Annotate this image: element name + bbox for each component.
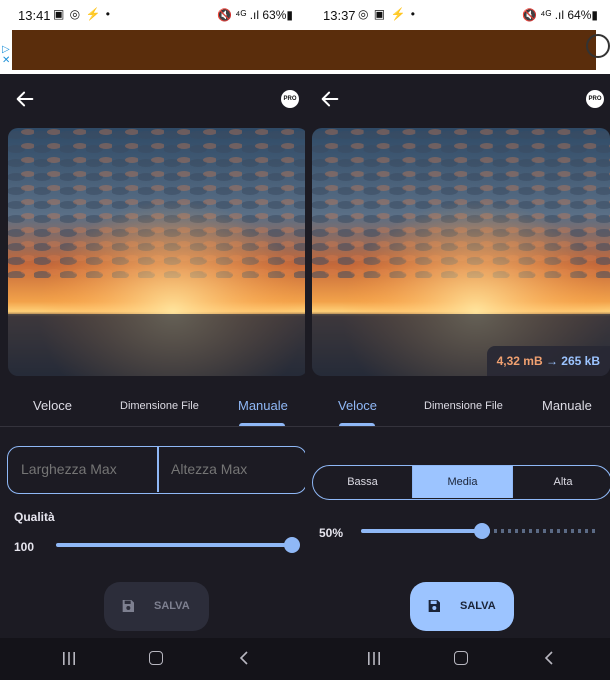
- original-size: 4,32 mB: [496, 354, 543, 368]
- quality-slider-track-active[interactable]: [361, 529, 482, 533]
- system-nav-bar: [305, 638, 610, 680]
- save-label: SALVA: [154, 600, 190, 612]
- pro-badge-icon[interactable]: PRO: [281, 90, 299, 108]
- ad-close-icon[interactable]: [586, 34, 610, 58]
- status-time: 13:41: [18, 8, 51, 23]
- ad-image[interactable]: [12, 30, 305, 70]
- back-arrow-icon[interactable]: [14, 88, 36, 110]
- tab-indicator: [239, 423, 285, 426]
- system-nav-bar: [0, 638, 305, 680]
- recents-icon[interactable]: [367, 652, 381, 665]
- top-bar: PRO: [0, 88, 305, 114]
- top-bar: PRO: [305, 88, 610, 114]
- status-time: 13:37: [323, 8, 356, 23]
- status-system-icons: 🔇 ⁴ᴳ .ıl 63%▮: [216, 8, 293, 22]
- status-system-icons: 🔇 ⁴ᴳ .ıl 64%▮: [521, 8, 598, 22]
- home-icon[interactable]: [149, 651, 163, 665]
- quality-label: Qualità: [14, 510, 55, 524]
- preset-media[interactable]: Media: [413, 466, 512, 498]
- size-comparison-badge: 4,32 mB → 265 kB: [486, 346, 610, 376]
- compressed-size: 265 kB: [561, 354, 600, 368]
- save-floppy-icon: [122, 600, 134, 612]
- nav-back-icon[interactable]: [238, 651, 250, 665]
- tab-indicator: [339, 423, 375, 426]
- tab-dimensione-file[interactable]: Dimensione File: [424, 400, 503, 412]
- preset-bassa[interactable]: Bassa: [313, 466, 412, 498]
- preview-container: 4,32 mB → 265 kB: [312, 128, 610, 376]
- field-divider: [157, 447, 159, 492]
- tab-manuale[interactable]: Manuale: [542, 398, 592, 413]
- dimensions-input-group: [7, 446, 305, 494]
- save-label: SALVA: [460, 600, 496, 612]
- preview-image: [312, 128, 610, 376]
- quality-value: 100: [14, 540, 35, 554]
- home-icon[interactable]: [454, 651, 468, 665]
- preview-image: [8, 128, 305, 376]
- status-notification-icons: ◎ ▣ ⚡ •: [358, 7, 416, 21]
- quality-preset-selector: Bassa Media Alta: [312, 465, 610, 500]
- save-floppy-icon: [428, 600, 440, 612]
- save-button[interactable]: SALVA: [104, 582, 209, 631]
- recents-icon[interactable]: [62, 652, 76, 665]
- ad-image[interactable]: [305, 30, 596, 70]
- ad-banner[interactable]: [305, 24, 610, 74]
- left-screen: 13:41 ▣ ◎ ⚡ • 🔇 ⁴ᴳ .ıl 63%▮ ▷ ✕ PRO Velo…: [0, 0, 305, 680]
- mode-tabs: Veloce Dimensione File Manuale: [305, 392, 610, 427]
- height-input[interactable]: [171, 447, 301, 492]
- ad-banner[interactable]: ▷ ✕: [0, 24, 305, 74]
- nav-back-icon[interactable]: [543, 651, 555, 665]
- preset-alta[interactable]: Alta: [513, 466, 610, 498]
- quality-value: 50%: [319, 526, 344, 540]
- tab-veloce[interactable]: Veloce: [338, 398, 377, 413]
- quality-slider-thumb[interactable]: [284, 537, 300, 553]
- tab-dimensione-file[interactable]: Dimensione File: [120, 400, 199, 412]
- width-input[interactable]: [21, 447, 151, 492]
- tab-veloce[interactable]: Veloce: [33, 398, 72, 413]
- mode-tabs: Veloce Dimensione File Manuale: [0, 392, 305, 427]
- pro-badge-icon[interactable]: PRO: [586, 90, 604, 108]
- quality-slider-track[interactable]: [56, 543, 294, 547]
- back-arrow-icon[interactable]: [319, 88, 341, 110]
- right-screen: 13:37 ◎ ▣ ⚡ • 🔇 ⁴ᴳ .ıl 64%▮ PRO 4,32 mB …: [305, 0, 610, 680]
- tab-manuale[interactable]: Manuale: [238, 398, 288, 413]
- adchoices-icon[interactable]: ▷ ✕: [2, 44, 10, 66]
- save-button[interactable]: SALVA: [410, 582, 514, 631]
- status-notification-icons: ▣ ◎ ⚡ •: [53, 7, 111, 21]
- size-arrow: →: [545, 354, 558, 368]
- quality-slider-thumb[interactable]: [474, 523, 490, 539]
